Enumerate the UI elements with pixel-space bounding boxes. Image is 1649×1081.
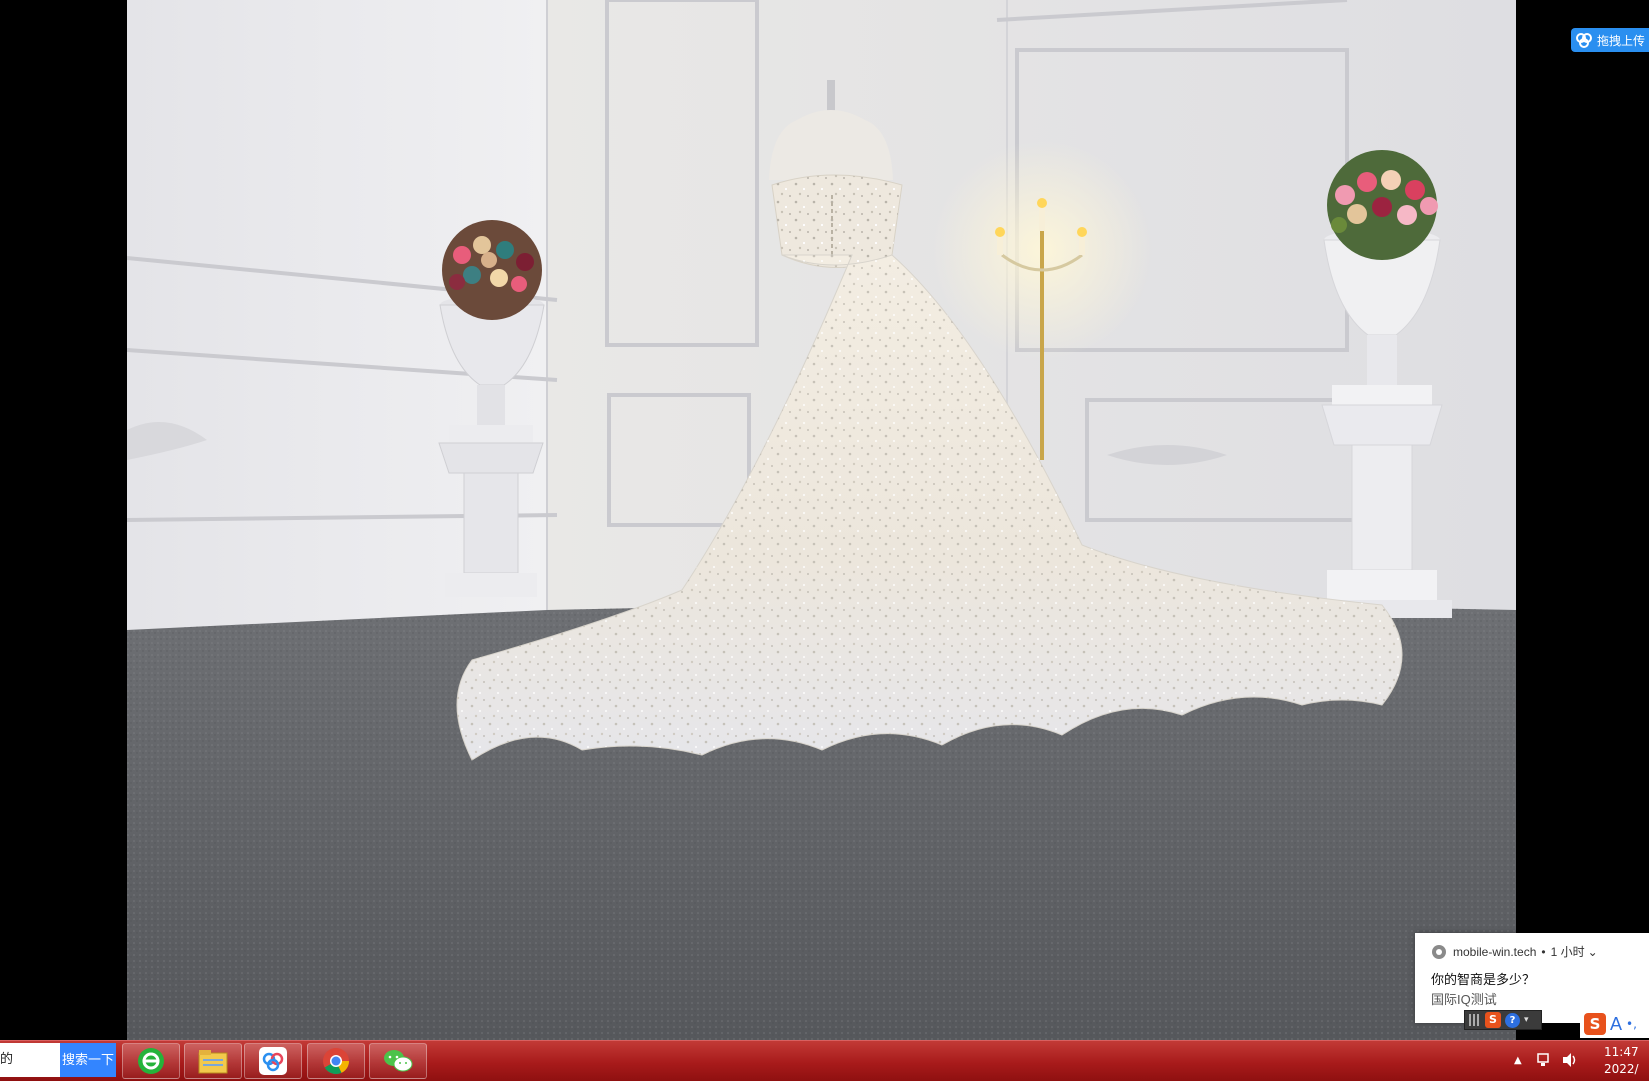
taskbar-search-input[interactable]: 的	[0, 1043, 60, 1077]
taskbar-search-button[interactable]: 搜索一下	[60, 1043, 116, 1077]
taskbar-app-cloud-drive[interactable]	[244, 1043, 302, 1079]
taskbar-app-ie-browser[interactable]	[122, 1043, 180, 1079]
keyboard-grid-icon[interactable]	[1469, 1014, 1481, 1026]
wedding-dress-photo	[127, 0, 1516, 1040]
ime-punct-icon[interactable]: •,	[1626, 1017, 1637, 1031]
volume-icon[interactable]	[1561, 1052, 1579, 1068]
browser-e-icon	[138, 1048, 164, 1074]
ime-menu-icon[interactable]: ▾	[1524, 1015, 1529, 1025]
chrome-icon	[323, 1048, 350, 1075]
notification-header: mobile-win.tech • 1 小时 ⌄	[1431, 943, 1598, 960]
ime-toolbar-mini[interactable]: S ? ▾	[1464, 1010, 1542, 1030]
network-icon[interactable]	[1535, 1052, 1551, 1068]
ime-status-bar[interactable]: S A •,	[1580, 1010, 1649, 1038]
show-hidden-icons-button[interactable]: ▲	[1514, 1055, 1522, 1066]
notification-title: 你的智商是多少？	[1431, 972, 1536, 987]
left-bouquet	[442, 220, 542, 320]
cloud-upload-label: 拖拽上传	[1597, 33, 1646, 48]
cloud-icon	[259, 1047, 287, 1075]
taskbar-app-file-explorer[interactable]	[184, 1043, 242, 1079]
taskbar: 的 搜索一下 ▲ 11:47 2022/	[0, 1040, 1649, 1081]
cloud-icon	[1571, 28, 1597, 52]
clock-date[interactable]: 2022/	[1604, 1062, 1639, 1076]
clock-time[interactable]: 11:47	[1604, 1045, 1639, 1059]
cloud-upload-widget[interactable]: 拖拽上传	[1571, 28, 1649, 52]
sogou-logo-icon[interactable]: S	[1485, 1012, 1501, 1028]
wechat-icon	[384, 1050, 413, 1072]
separator-dot: •	[1541, 944, 1546, 959]
ime-mode-indicator[interactable]: A	[1610, 1014, 1622, 1035]
system-tray: ▲ 11:47 2022/	[1469, 1041, 1649, 1081]
notification-time: 1 小时	[1550, 945, 1585, 959]
folder-icon	[198, 1050, 228, 1074]
chrome-small-icon	[1432, 944, 1446, 959]
photo-viewer	[127, 0, 1516, 1040]
notification-subtitle: 国际IQ测试	[1431, 992, 1497, 1007]
chevron-down-icon[interactable]: ⌄	[1588, 945, 1598, 959]
taskbar-app-wechat[interactable]	[369, 1043, 427, 1079]
sogou-logo-icon[interactable]: S	[1584, 1013, 1606, 1035]
notification-source: mobile-win.tech	[1453, 944, 1537, 959]
taskbar-app-chrome[interactable]	[307, 1043, 365, 1079]
help-icon[interactable]: ?	[1505, 1012, 1520, 1028]
